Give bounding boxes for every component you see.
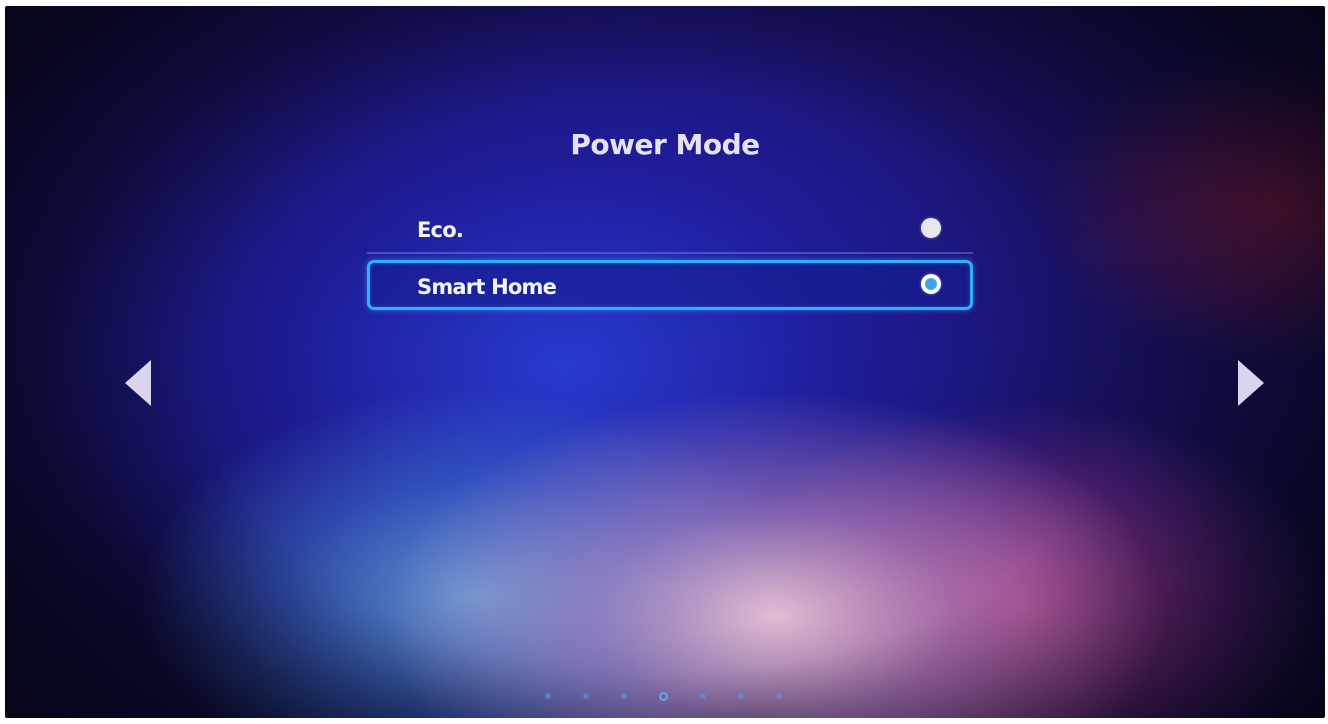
option-eco[interactable]: Eco. [367, 204, 973, 254]
option-smart-home[interactable]: Smart Home [367, 260, 973, 310]
next-page-arrow-icon[interactable] [1238, 360, 1264, 406]
tv-settings-screen: Power Mode Eco. Smart Home [5, 6, 1325, 718]
option-smart-home-radio[interactable] [921, 274, 941, 294]
page-indicator [545, 691, 782, 701]
background-vignette [5, 6, 1325, 718]
previous-page-arrow-icon[interactable] [125, 360, 151, 406]
radio-selected-dot [925, 278, 937, 290]
page-dot [738, 693, 744, 699]
page-title: Power Mode [570, 128, 760, 161]
page-dot-active [659, 691, 668, 701]
page-dot [545, 693, 551, 699]
option-smart-home-label: Smart Home [417, 275, 557, 299]
page-dot [621, 693, 627, 699]
power-mode-option-list: Eco. Smart Home [367, 204, 973, 310]
option-eco-label: Eco. [417, 218, 464, 242]
page-dot [776, 693, 782, 699]
page-dot [583, 693, 589, 699]
option-eco-radio[interactable] [921, 218, 941, 238]
page-dot [700, 693, 706, 699]
